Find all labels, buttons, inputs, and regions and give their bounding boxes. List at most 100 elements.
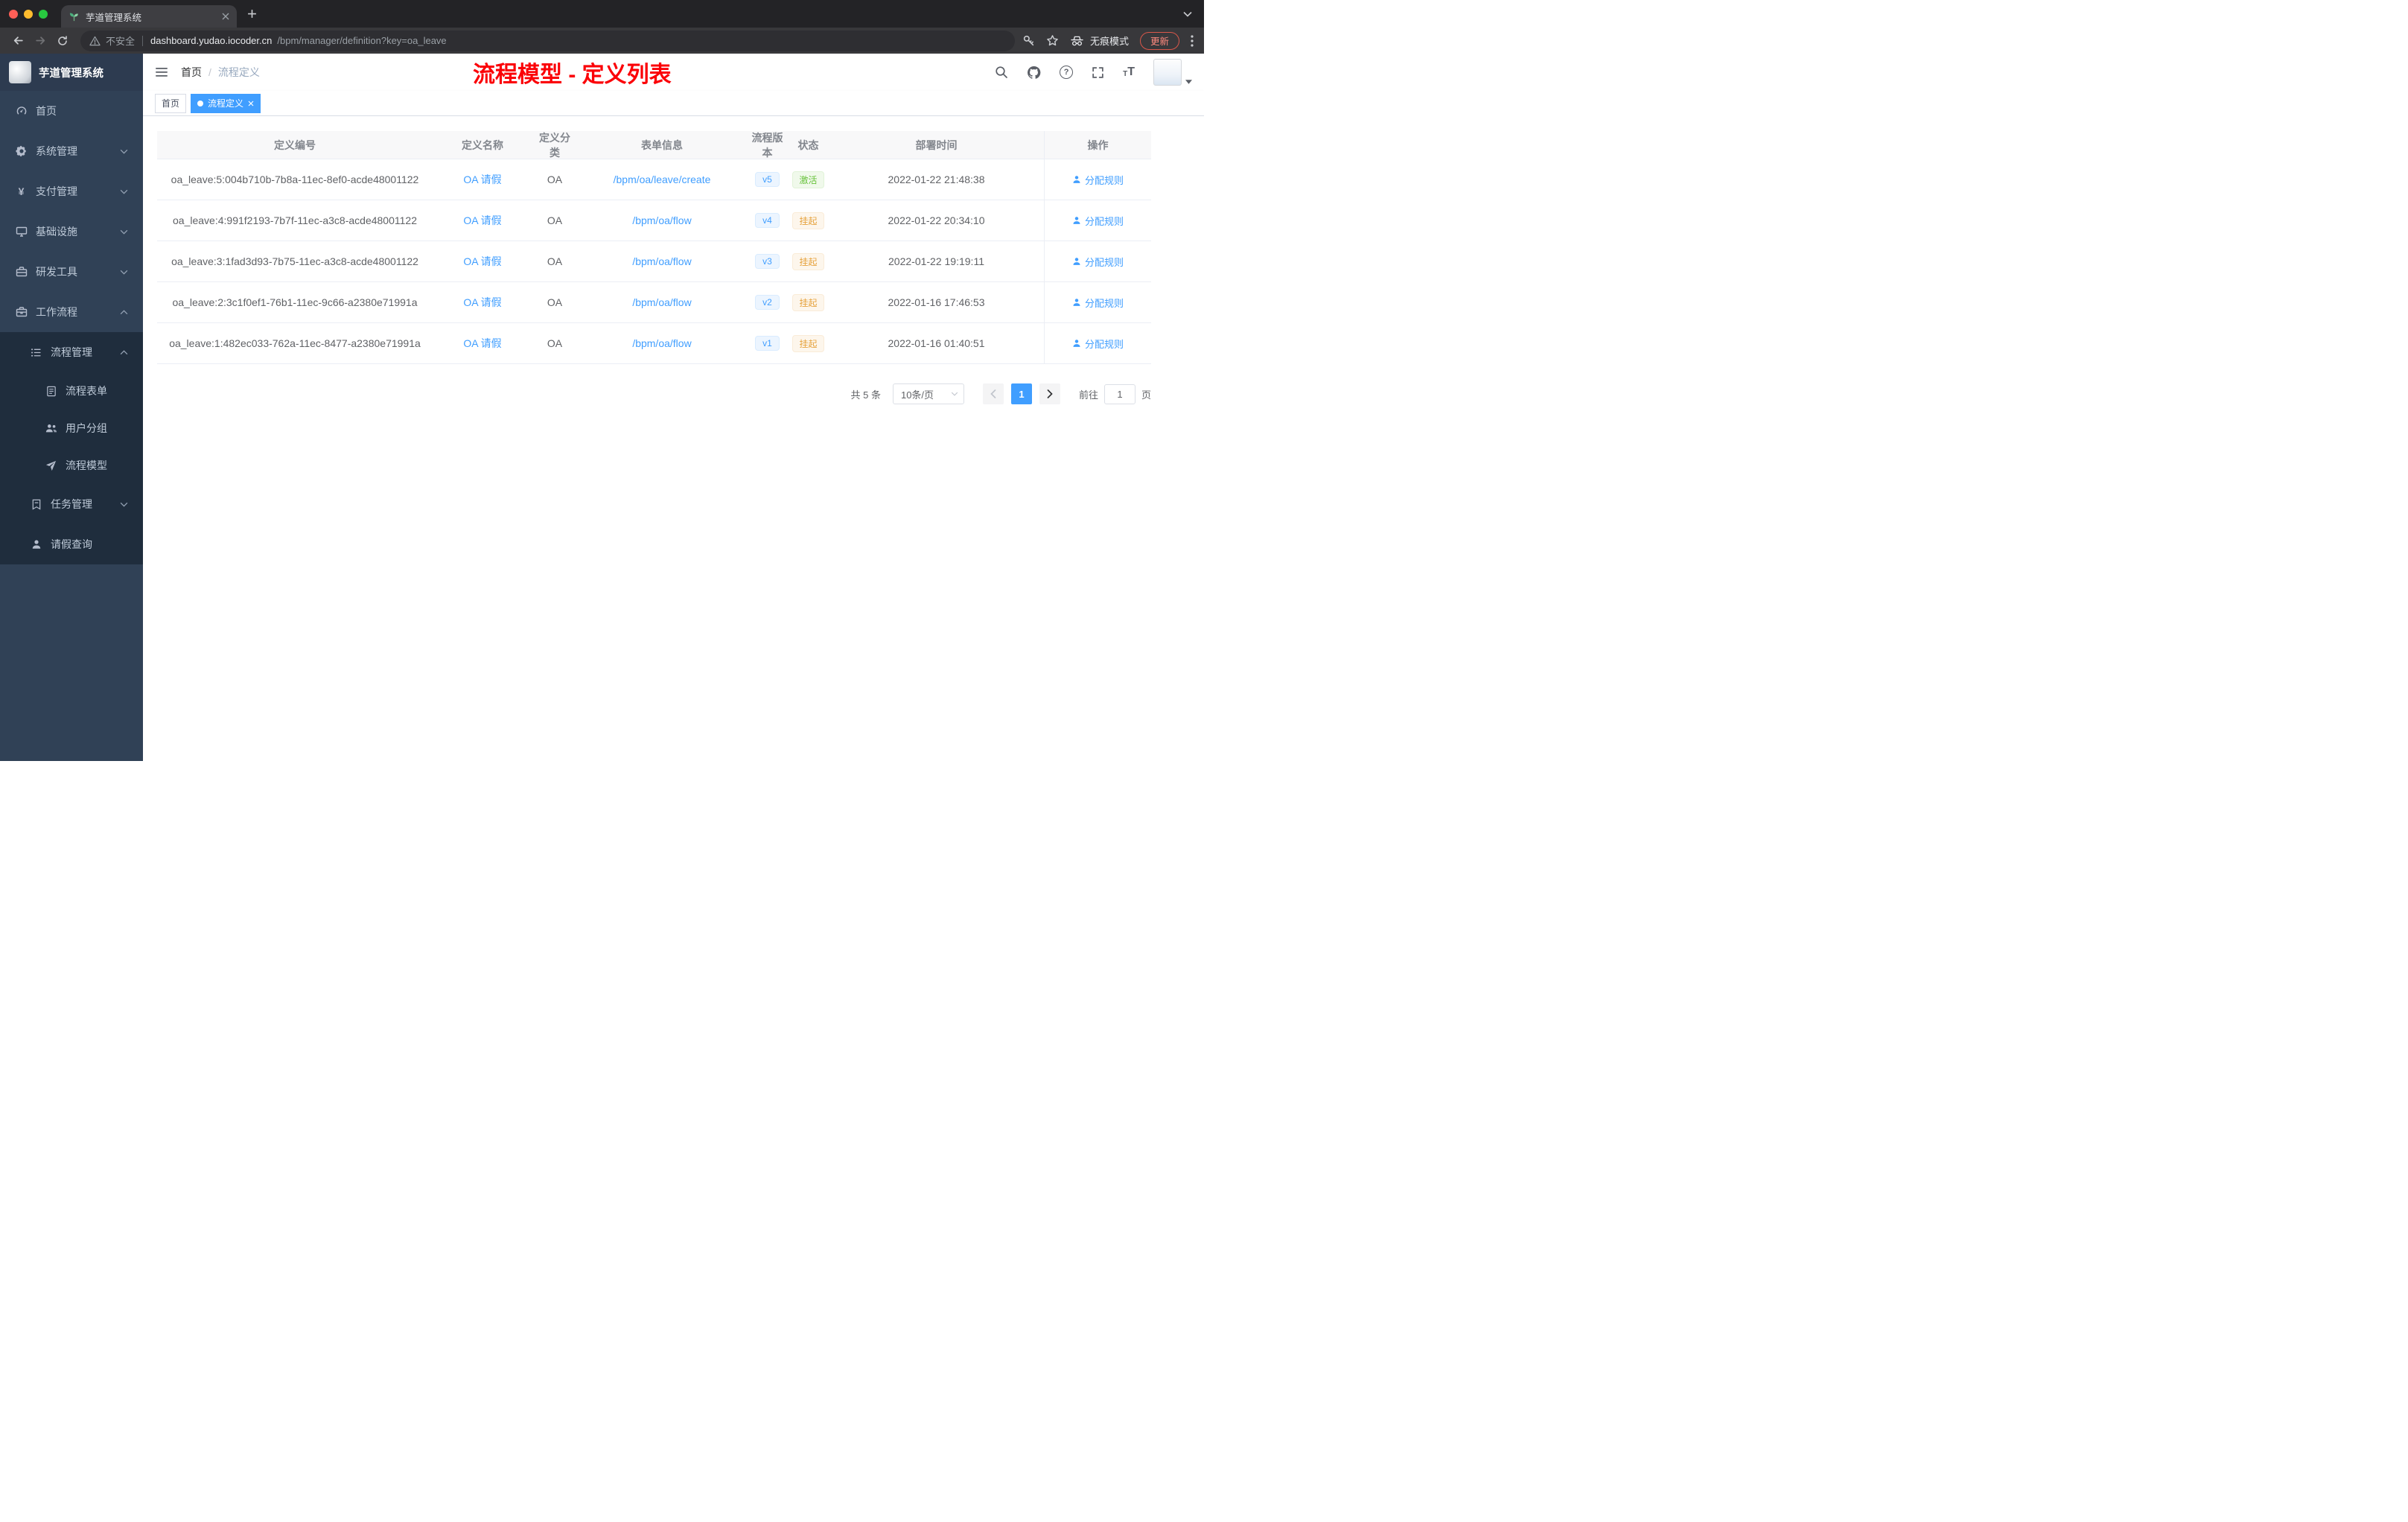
- sidebar-item-dev-tools[interactable]: 研发工具: [0, 252, 143, 292]
- tag-home[interactable]: 首页: [155, 93, 187, 113]
- browser-update-button[interactable]: 更新: [1139, 31, 1179, 50]
- sidebar-item-system[interactable]: 系统管理: [0, 131, 143, 171]
- github-icon[interactable]: [1027, 66, 1041, 80]
- tag-close-icon[interactable]: [248, 101, 254, 106]
- not-secure-warning-icon[interactable]: [89, 36, 101, 46]
- kebab-menu-icon[interactable]: [1191, 34, 1194, 47]
- form-link[interactable]: /bpm/oa/flow: [632, 214, 691, 226]
- form-link[interactable]: /bpm/oa/flow: [632, 337, 691, 349]
- page-jumper: 前往 页: [1078, 383, 1151, 404]
- sidebar-item-process-form[interactable]: 流程表单: [0, 372, 143, 410]
- url-domain: dashboard.yudao.iocoder.cn: [150, 35, 273, 46]
- browser-toolbar: 不安全 dashboard.yudao.iocoder.cn/bpm/manag…: [0, 28, 1204, 54]
- definition-name-link[interactable]: OA 请假: [463, 172, 501, 187]
- prev-page-button[interactable]: [982, 383, 1004, 404]
- user-menu[interactable]: [1153, 59, 1192, 86]
- tag-process-definition[interactable]: 流程定义: [191, 93, 261, 113]
- form-icon: [45, 386, 57, 397]
- deploy-time: 2022-01-16 17:46:53: [888, 296, 985, 308]
- definition-name-link[interactable]: OA 请假: [463, 213, 501, 228]
- assign-rule-link[interactable]: 分配规则: [1072, 296, 1124, 310]
- briefcase-icon: [15, 306, 28, 318]
- version-badge: v3: [755, 254, 780, 269]
- chevron-down-icon: [120, 229, 128, 235]
- help-icon[interactable]: ?: [1060, 66, 1074, 79]
- close-window-button[interactable]: [9, 9, 18, 19]
- sidebar-item-payment[interactable]: ¥ 支付管理: [0, 171, 143, 211]
- sidebar-item-workflow[interactable]: 工作流程: [0, 292, 143, 332]
- table-header-row: 定义编号 定义名称 定义分类 表单信息 流程版本 状态 部署时间 操作: [157, 131, 1151, 159]
- dashboard-icon: [15, 105, 28, 117]
- definition-name-link[interactable]: OA 请假: [463, 336, 501, 351]
- sidebar-item-home[interactable]: 首页: [0, 91, 143, 131]
- definition-category: OA: [547, 296, 563, 308]
- forward-icon[interactable]: [30, 31, 51, 51]
- user-icon: [1073, 176, 1080, 183]
- goto-label: 前往: [1078, 389, 1098, 401]
- sidebar-item-process-model[interactable]: 流程模型: [0, 447, 143, 484]
- sidebar-item-process-management[interactable]: 流程管理: [0, 332, 143, 372]
- definition-category: OA: [547, 173, 563, 185]
- form-link[interactable]: /bpm/oa/leave/create: [614, 173, 711, 185]
- yen-icon: ¥: [18, 185, 25, 197]
- sidebar-item-leave-query[interactable]: 请假查询: [0, 524, 143, 564]
- definition-name-link[interactable]: OA 请假: [463, 295, 501, 310]
- sidebar-item-label: 请假查询: [51, 538, 92, 550]
- tab-close-icon[interactable]: [222, 13, 229, 20]
- assign-rule-link[interactable]: 分配规则: [1072, 214, 1124, 228]
- sidebar-collapse-icon[interactable]: [155, 66, 168, 78]
- form-link[interactable]: /bpm/oa/flow: [632, 255, 691, 267]
- task-icon: [30, 499, 42, 510]
- zoom-window-button[interactable]: [39, 9, 48, 19]
- next-page-button[interactable]: [1039, 383, 1060, 404]
- definition-id: oa_leave:3:1fad3d93-7b75-11ec-a3c8-acde4…: [171, 255, 418, 267]
- form-link[interactable]: /bpm/oa/flow: [632, 296, 691, 308]
- tab-title: 芋道管理系统: [86, 12, 142, 23]
- navbar-right-cluster: ? TT: [995, 59, 1192, 86]
- workflow-submenu: 流程管理 流程表单 用户分组 流程模型 任务管理 请假查询: [0, 332, 143, 564]
- sidebar-item-task-management[interactable]: 任务管理: [0, 484, 143, 524]
- fullscreen-icon[interactable]: [1092, 66, 1104, 79]
- breadcrumb-separator: /: [208, 66, 211, 78]
- user-icon: [30, 539, 42, 550]
- total-count: 共 5 条: [850, 389, 881, 401]
- page-number-current[interactable]: 1: [1010, 383, 1032, 404]
- chevron-up-icon: [120, 349, 128, 355]
- deploy-time: 2022-01-22 19:19:11: [888, 255, 984, 267]
- breadcrumb-home[interactable]: 首页: [181, 65, 202, 80]
- gear-icon: [15, 145, 28, 157]
- sidebar-item-label: 流程管理: [51, 346, 92, 358]
- table-row: oa_leave:4:991f2193-7b7f-11ec-a3c8-acde4…: [157, 200, 1151, 241]
- site-favicon-icon: [69, 11, 80, 22]
- password-key-icon[interactable]: [1022, 34, 1035, 47]
- table-row: oa_leave:1:482ec033-762a-11ec-8477-a2380…: [157, 323, 1151, 364]
- tags-view-bar: 首页 流程定义: [143, 91, 1204, 116]
- address-bar[interactable]: 不安全 dashboard.yudao.iocoder.cn/bpm/manag…: [80, 30, 1015, 51]
- page-suffix: 页: [1141, 389, 1151, 401]
- browser-tab[interactable]: 芋道管理系统: [61, 5, 237, 28]
- page-jump-input[interactable]: [1103, 383, 1135, 404]
- status-badge: 激活: [792, 171, 824, 188]
- new-tab-button[interactable]: [247, 9, 257, 19]
- assign-rule-link[interactable]: 分配规则: [1072, 337, 1124, 351]
- column-header: 状态: [797, 138, 819, 151]
- sidebar-item-label: 工作流程: [36, 306, 77, 318]
- font-size-icon[interactable]: TT: [1123, 66, 1135, 78]
- status-badge: 挂起: [792, 252, 824, 270]
- minimize-window-button[interactable]: [24, 9, 33, 19]
- breadcrumb: 首页 / 流程定义: [181, 65, 260, 80]
- user-avatar[interactable]: [1153, 59, 1182, 86]
- search-icon[interactable]: [995, 66, 1008, 79]
- assign-rule-link[interactable]: 分配规则: [1072, 173, 1124, 187]
- bookmark-star-icon[interactable]: [1046, 34, 1059, 47]
- page-size-select[interactable]: 10条/页: [892, 383, 964, 404]
- sidebar-item-infrastructure[interactable]: 基础设施: [0, 211, 143, 252]
- assign-rule-link[interactable]: 分配规则: [1072, 255, 1124, 269]
- definition-name-link[interactable]: OA 请假: [463, 254, 501, 269]
- reload-icon[interactable]: [52, 31, 73, 51]
- column-header: 操作: [1044, 131, 1151, 159]
- sidebar-item-user-group[interactable]: 用户分组: [0, 410, 143, 447]
- top-navbar: 首页 / 流程定义 流程模型 - 定义列表 ? TT: [143, 54, 1204, 91]
- tab-search-chevron-icon[interactable]: [1183, 11, 1192, 17]
- back-icon[interactable]: [7, 31, 28, 51]
